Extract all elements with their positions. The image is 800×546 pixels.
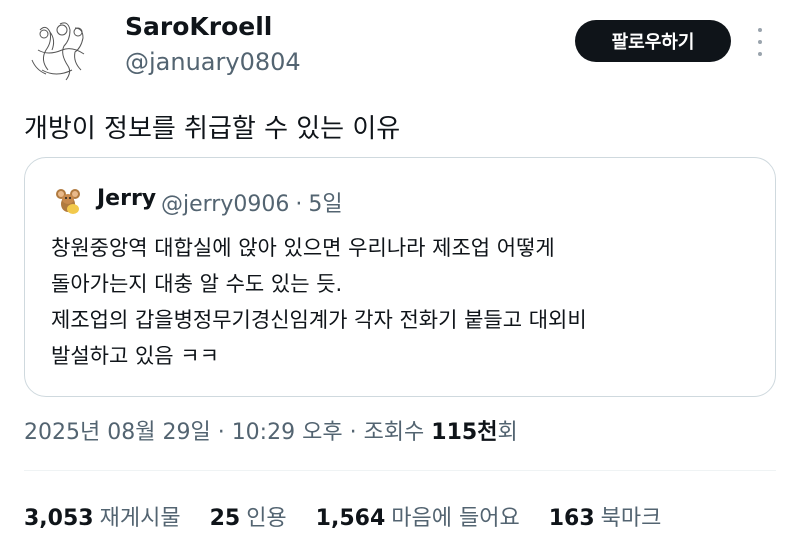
jerry-mouse-icon: [56, 189, 80, 214]
quoted-line: 창원중앙역 대합실에 앉아 있으면 우리나라 제조업 어떻게: [51, 236, 555, 260]
post-date[interactable]: 2025년 08월 29일: [24, 420, 211, 445]
tweet-timestamp: 2025년 08월 29일 · 10:29 오후 · 조회수 115천회: [24, 414, 518, 446]
follow-button[interactable]: 팔로우하기: [575, 20, 731, 62]
divider: [24, 470, 776, 471]
reposts-count: 3,053: [24, 506, 94, 531]
dot: [758, 52, 762, 56]
bookmarks-count: 163: [548, 506, 595, 531]
quoted-line: 발설하고 있음 ㅋㅋ: [51, 344, 219, 368]
display-name[interactable]: SaroKroell: [125, 12, 272, 41]
quoted-meta: @jerry0906 · 5일: [161, 186, 349, 218]
reposts-label: 재게시물: [99, 506, 181, 531]
quotes-stat[interactable]: 25 인용: [210, 500, 287, 532]
bookmarks-label: 북마크: [600, 506, 662, 531]
views-label: 조회수: [363, 420, 425, 445]
dot: [758, 28, 762, 32]
quotes-label: 인용: [246, 506, 287, 531]
quoted-display-name[interactable]: Jerry: [97, 186, 156, 211]
views-suffix: 회: [497, 420, 518, 445]
quoted-line: 제조업의 갑을병정무기경신임계가 각자 전화기 붙들고 대외비: [51, 308, 587, 332]
views-count: 115천: [431, 420, 498, 445]
bookmarks-stat[interactable]: 163 북마크: [549, 500, 662, 532]
username-handle[interactable]: @january0804: [125, 48, 301, 76]
engagement-stats: 3,053 재게시물 25 인용 1,564 마음에 들어요 163 북마크: [24, 500, 683, 532]
likes-label: 마음에 들어요: [391, 506, 520, 531]
quotes-count: 25: [209, 506, 241, 531]
quoted-line: 돌아가는지 대충 알 수도 있는 듯.: [51, 272, 343, 296]
more-options-icon[interactable]: [752, 28, 768, 56]
meta-separator: ·: [349, 420, 357, 445]
quoted-age[interactable]: 5일: [308, 192, 342, 217]
meta-separator: ·: [295, 192, 303, 217]
dot: [758, 40, 762, 44]
reposts-stat[interactable]: 3,053 재게시물: [24, 500, 181, 532]
likes-stat[interactable]: 1,564 마음에 들어요: [316, 500, 520, 532]
quoted-tweet[interactable]: Jerry @jerry0906 · 5일 창원중앙역 대합실에 앉아 있으면 우리…: [24, 157, 776, 397]
post-time[interactable]: 10:29 오후: [232, 420, 343, 445]
meta-separator: ·: [217, 420, 225, 445]
tweet-text: 개방이 정보를 취급할 수 있는 이유: [24, 114, 401, 144]
quoted-handle[interactable]: @jerry0906: [161, 192, 289, 217]
avatar-sketch-image: [31, 22, 85, 81]
avatar[interactable]: [20, 10, 102, 92]
quoted-body: 창원중앙역 대합실에 앉아 있으면 우리나라 제조업 어떻게 돌아가는지 대충 …: [51, 230, 751, 374]
quoted-avatar[interactable]: [51, 184, 85, 218]
likes-count: 1,564: [315, 506, 386, 531]
